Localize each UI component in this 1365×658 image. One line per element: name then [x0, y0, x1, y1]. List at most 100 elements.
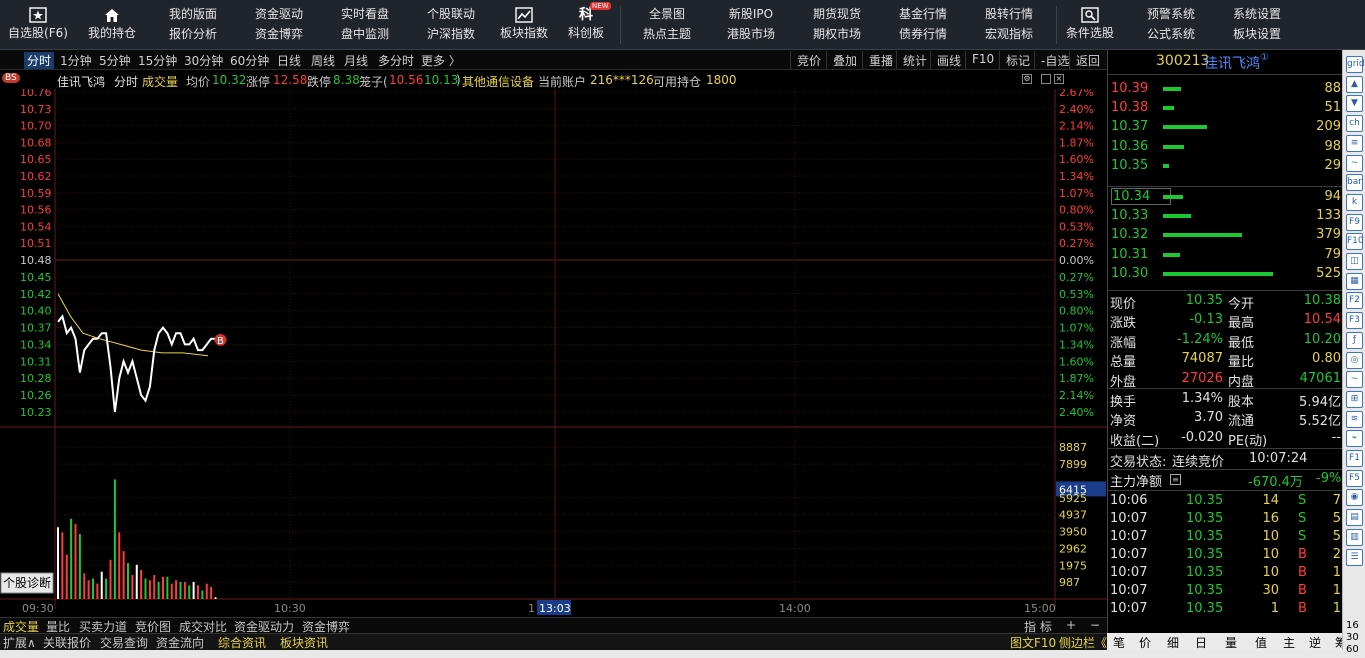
- favorites-button[interactable]: 自选股(F6): [6, 0, 70, 50]
- mark-button[interactable]: 标记: [999, 51, 1036, 69]
- intraday-chart[interactable]: 10.76 2.67% 10.73 2.40% 10.70 2.14% 10.68 1.87%…: [0, 89, 1107, 617]
- sidebar-tool-icon[interactable]: ◎: [1346, 351, 1363, 369]
- tab-reverse[interactable]: 逆: [1309, 634, 1321, 651]
- ipo-menu[interactable]: 新股IPO 港股市场: [712, 0, 790, 50]
- tab-trade[interactable]: 笔: [1113, 634, 1125, 651]
- sidebar-tool-icon[interactable]: F3: [1346, 312, 1363, 330]
- sidebar-number[interactable]: 30: [1346, 632, 1359, 643]
- maximize-icon[interactable]: [1041, 74, 1051, 84]
- sector-index-button[interactable]: 板块指数: [492, 0, 556, 50]
- bs-toggle[interactable]: BS: [2, 73, 20, 83]
- expand-button[interactable]: 扩展∧: [3, 634, 36, 651]
- sidebar-tool-icon[interactable]: ▥: [1346, 528, 1363, 546]
- sidebar-tool-icon[interactable]: ⌁: [1346, 430, 1363, 448]
- sidebar-tool-icon[interactable]: ▼: [1346, 95, 1363, 113]
- stat-value: 3.70: [1194, 410, 1223, 426]
- sidebar-tool-icon[interactable]: bar: [1346, 174, 1363, 192]
- sidebar-tool-icon[interactable]: ▤: [1346, 509, 1363, 527]
- tab-main[interactable]: 主: [1283, 634, 1295, 651]
- zoom-in-button[interactable]: +: [1066, 618, 1076, 632]
- bid-row[interactable]: 10.30 525: [1108, 265, 1343, 284]
- ask-row[interactable]: 10.39 88: [1108, 80, 1343, 99]
- sidebar-tool-icon[interactable]: ≡: [1346, 134, 1363, 152]
- settings-icon[interactable]: ⚙: [1022, 74, 1032, 84]
- futures-menu[interactable]: 期货现货 期权市场: [798, 0, 876, 50]
- sidebar-tool-icon[interactable]: ▲: [1346, 75, 1363, 93]
- tab-multi-intraday[interactable]: 多分时: [378, 52, 414, 69]
- tab-more[interactable]: 更多 〉: [421, 52, 461, 69]
- draw-button[interactable]: 画线: [930, 51, 967, 69]
- fund-menu[interactable]: 基金行情 债券行情: [884, 0, 962, 50]
- alert-menu[interactable]: 预警系统 公式系统: [1132, 0, 1210, 50]
- sidebar-tool-icon[interactable]: ◉: [1346, 489, 1363, 507]
- sidebar-tool-icon[interactable]: F10: [1346, 233, 1364, 251]
- sidebar-tool-icon[interactable]: ch: [1346, 115, 1363, 133]
- ask-row[interactable]: 10.37 209: [1108, 118, 1343, 137]
- tab-general-news[interactable]: 综合资讯: [218, 634, 266, 651]
- tab-monthly[interactable]: 月线: [344, 52, 368, 69]
- sidebar-tool-icon[interactable]: ◫: [1346, 253, 1363, 270]
- tab-5min[interactable]: 5分钟: [99, 52, 131, 69]
- tab-1min[interactable]: 1分钟: [60, 52, 92, 69]
- tab-weekly[interactable]: 周线: [311, 52, 335, 69]
- ask-row[interactable]: 10.36 98: [1108, 138, 1343, 157]
- realtime-menu[interactable]: 实时看盘 盘中监测: [326, 0, 404, 50]
- bid-row[interactable]: 10.34 94: [1108, 188, 1343, 207]
- tab-volume-panel[interactable]: 量: [1225, 634, 1237, 651]
- stock-linkage-menu[interactable]: 个股联动 沪深指数: [412, 0, 490, 50]
- tab-daily-panel[interactable]: 日: [1195, 634, 1207, 651]
- sidebar-tool-icon[interactable]: F2: [1346, 292, 1363, 310]
- tab-value[interactable]: 值: [1255, 634, 1267, 651]
- tab-30min[interactable]: 30分钟: [184, 52, 223, 69]
- star-market-button[interactable]: 科 NEW 科创板: [554, 0, 618, 50]
- capital-drive-menu[interactable]: 资金驱动 资金博弈: [240, 0, 318, 50]
- list-icon[interactable]: ≡: [1170, 474, 1181, 485]
- ask-row[interactable]: 10.38 51: [1108, 99, 1343, 118]
- stock-diagnosis-button[interactable]: 个股诊断: [0, 572, 54, 594]
- overlay-button[interactable]: 叠加: [826, 51, 863, 69]
- sidebar-number[interactable]: 60: [1346, 644, 1359, 655]
- sidebar-tool-icon[interactable]: ƒ: [1346, 331, 1363, 349]
- replay-button[interactable]: 重播: [862, 51, 899, 69]
- tab-daily[interactable]: 日线: [277, 52, 301, 69]
- tab-related-quotes[interactable]: 关联报价: [43, 634, 91, 651]
- sidebar-tool-icon[interactable]: ▦: [1346, 272, 1363, 290]
- sidebar-tool-icon[interactable]: grid: [1346, 56, 1365, 73]
- zoom-out-button[interactable]: −: [1090, 618, 1100, 632]
- sidebar-tool-icon[interactable]: ~: [1346, 154, 1363, 172]
- sidebar-tool-icon[interactable]: ~: [1346, 371, 1363, 389]
- tab-sector-news[interactable]: 板块资讯: [280, 634, 328, 651]
- stats-button[interactable]: 统计: [896, 51, 933, 69]
- bid-row[interactable]: 10.33 133: [1108, 207, 1343, 226]
- sidebar-toggle[interactable]: 侧边栏《: [1059, 634, 1107, 651]
- tab-capital-flow[interactable]: 资金流向: [156, 634, 204, 651]
- f10-button[interactable]: F10: [965, 51, 1000, 69]
- tab-15min[interactable]: 15分钟: [138, 52, 177, 69]
- close-icon[interactable]: ×: [1054, 74, 1064, 84]
- tab-intraday[interactable]: 分时: [24, 52, 55, 69]
- tab-detail[interactable]: 细: [1167, 634, 1179, 651]
- back-button[interactable]: 返回: [1069, 51, 1106, 69]
- ask-row[interactable]: 10.35 29: [1108, 157, 1343, 176]
- sidebar-tool-icon[interactable]: ≋: [1346, 410, 1363, 428]
- sidebar-tool-icon[interactable]: ☰: [1346, 548, 1363, 566]
- sidebar-tool-icon[interactable]: F5: [1346, 469, 1363, 487]
- sidebar-tool-icon[interactable]: F9: [1346, 213, 1363, 231]
- holdings-button[interactable]: 我的持仓: [80, 0, 144, 50]
- settings-menu[interactable]: 系统设置 板块设置: [1218, 0, 1296, 50]
- bid-row[interactable]: 10.31 79: [1108, 246, 1343, 265]
- panorama-menu[interactable]: 全景图 热点主题: [628, 0, 706, 50]
- sidebar-tool-icon[interactable]: F1: [1346, 450, 1363, 467]
- my-layout-menu[interactable]: 我的版面 报价分析: [154, 0, 232, 50]
- tab-60min[interactable]: 60分钟: [230, 52, 269, 69]
- f10-text-button[interactable]: 图文F10: [1010, 634, 1056, 651]
- tab-price[interactable]: 价: [1139, 634, 1151, 651]
- neeq-menu[interactable]: 股转行情 宏观指标: [970, 0, 1048, 50]
- sidebar-number[interactable]: 16: [1346, 620, 1359, 631]
- sidebar-tool-icon[interactable]: ⊞: [1346, 390, 1363, 408]
- stock-screener-button[interactable]: 条件选股: [1058, 0, 1122, 50]
- auction-button[interactable]: 竞价: [790, 51, 827, 69]
- tab-trade-query[interactable]: 交易查询: [100, 634, 148, 651]
- bid-row[interactable]: 10.32 379: [1108, 226, 1343, 245]
- sidebar-tool-icon[interactable]: k: [1346, 193, 1363, 211]
